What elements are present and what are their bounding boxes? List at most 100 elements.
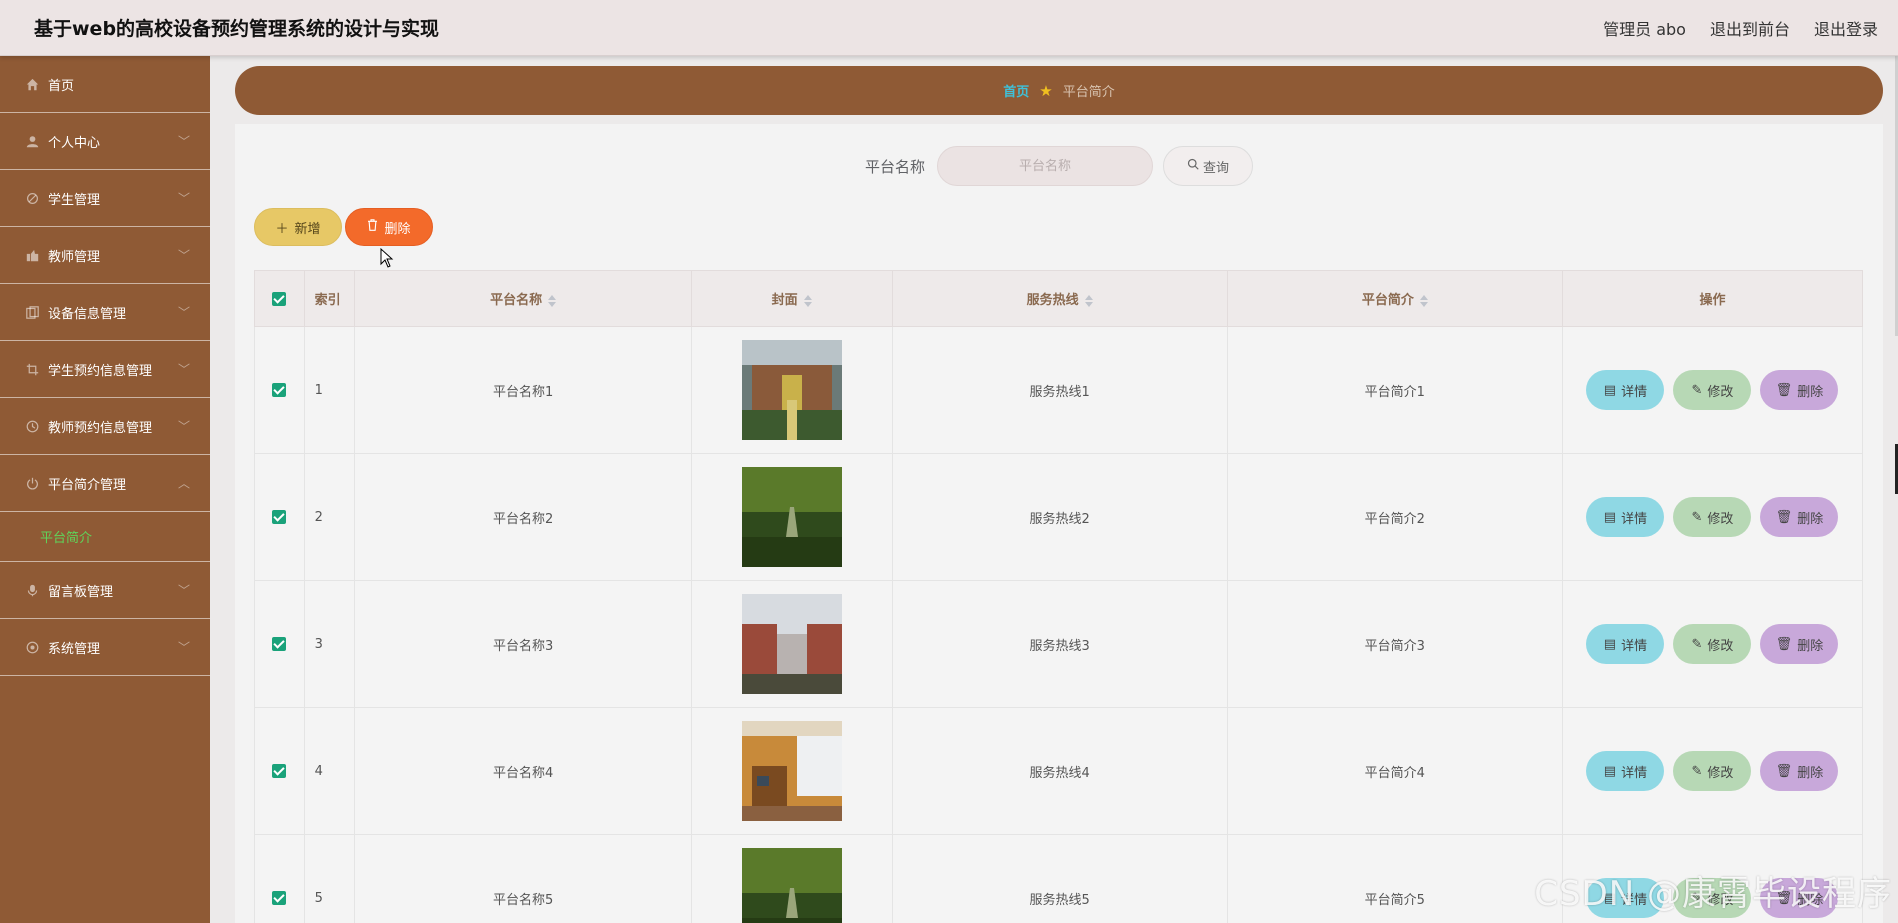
back-to-frontend-link[interactable]: 退出到前台	[1710, 16, 1790, 40]
delete-button[interactable]: 🗑 删除	[1760, 624, 1839, 664]
row-select-cell[interactable]	[254, 453, 305, 581]
logout-link[interactable]: 退出登录	[1814, 16, 1878, 40]
sidebar-subitem-platform-intro[interactable]: 平台简介	[0, 512, 210, 562]
detail-label: 详情	[1621, 511, 1648, 527]
row-checkbox[interactable]	[272, 510, 287, 524]
header-cover[interactable]: 封面	[690, 270, 893, 327]
delete-button[interactable]: 🗑 删除	[1760, 370, 1839, 410]
sidebar-item-teacher-booking[interactable]: 教师预约信息管理 ﹀	[0, 398, 210, 455]
header-ops: 操作	[1561, 270, 1864, 327]
row-ops: ▤ 详情 ✎ 修改 🗑 删除	[1561, 707, 1864, 835]
row-checkbox[interactable]	[272, 891, 287, 905]
sidebar-item-label: 个人中心	[48, 135, 101, 151]
sidebar-item-student-booking[interactable]: 学生预约信息管理 ﹀	[0, 341, 210, 398]
chevron-down-icon: ﹀	[177, 134, 190, 149]
sort-icon[interactable]	[1419, 294, 1428, 307]
header-hotline[interactable]: 服务热线	[891, 270, 1228, 327]
delete-label: 删除	[1797, 765, 1824, 781]
row-checkbox[interactable]	[272, 637, 287, 651]
sidebar-item-students[interactable]: 学生管理 ﹀	[0, 170, 210, 227]
row-checkbox[interactable]	[272, 764, 287, 778]
edit-button[interactable]: ✎ 修改	[1673, 751, 1752, 791]
header-name[interactable]: 平台名称	[354, 270, 692, 327]
sidebar-item-teachers[interactable]: 教师管理 ﹀	[0, 227, 210, 284]
top-header: 基于web的高校设备预约管理系统的设计与实现 管理员 abo 退出到前台 退出登…	[0, 0, 1898, 56]
delete-label: 删除	[1797, 384, 1824, 400]
edit-label: 修改	[1707, 384, 1734, 400]
row-name: 平台名称3	[354, 580, 692, 708]
admin-user-label[interactable]: 管理员 abo	[1603, 16, 1686, 40]
row-select-cell[interactable]	[254, 580, 305, 708]
platform-table: 索引 平台名称 封面 服务热线 平台简介 操作 1 平台名称1 服务热线1 平台…	[254, 270, 1864, 923]
search-label: 平台名称	[864, 157, 925, 176]
settings-icon	[24, 639, 40, 655]
main-panel: 平台名称 查询 ＋ 新增 删除 索引 平台名称 封面 服务热线 平台简	[235, 124, 1883, 923]
trash-icon	[367, 219, 378, 235]
table-row: 3 平台名称3 服务热线3 平台简介3 ▤ 详情 ✎ 修改 🗑 删除	[254, 580, 1864, 708]
chevron-down-icon: ﹀	[177, 191, 190, 206]
pencil-icon: ✎	[1691, 382, 1703, 398]
row-ops: ▤ 详情 ✎ 修改 🗑 删除	[1561, 326, 1864, 454]
row-cover-cell	[690, 326, 893, 454]
row-hotline: 服务热线3	[891, 580, 1228, 708]
row-select-cell[interactable]	[254, 326, 305, 454]
trash-icon: 🗑	[1775, 763, 1793, 779]
sort-icon[interactable]	[1084, 294, 1093, 307]
edit-button[interactable]: ✎ 修改	[1673, 497, 1752, 537]
clock-icon	[24, 418, 40, 434]
header-intro[interactable]: 平台简介	[1226, 270, 1563, 327]
detail-button[interactable]: ▤ 详情	[1586, 497, 1665, 537]
sidebar-item-label: 首页	[48, 78, 75, 94]
row-cover-cell	[690, 580, 893, 708]
sidebar-item-messages[interactable]: 留言板管理 ﹀	[0, 562, 210, 619]
detail-label: 详情	[1621, 765, 1648, 781]
row-select-cell[interactable]	[254, 834, 305, 923]
detail-button[interactable]: ▤ 详情	[1586, 751, 1665, 791]
sidebar-item-devices[interactable]: 设备信息管理 ﹀	[0, 284, 210, 341]
add-button[interactable]: ＋ 新增	[254, 208, 342, 246]
detail-button[interactable]: ▤ 详情	[1586, 624, 1665, 664]
row-ops: ▤ 详情 ✎ 修改 🗑 删除	[1561, 580, 1864, 708]
row-intro: 平台简介2	[1226, 453, 1563, 581]
document-icon: ▤	[1603, 636, 1617, 652]
detail-button[interactable]: ▤ 详情	[1586, 370, 1665, 410]
row-intro: 平台简介5	[1226, 834, 1563, 923]
user-icon	[24, 133, 40, 149]
chevron-down-icon: ﹀	[177, 362, 190, 377]
row-checkbox[interactable]	[272, 383, 287, 397]
mouse-cursor-icon	[380, 248, 394, 268]
select-all-checkbox[interactable]	[272, 291, 287, 306]
search-input[interactable]	[937, 146, 1153, 186]
sidebar-item-home[interactable]: 首页	[0, 56, 210, 113]
row-hotline: 服务热线5	[891, 834, 1228, 923]
row-select-cell[interactable]	[254, 707, 305, 835]
crop-icon	[24, 361, 40, 377]
sidebar-item-platform-intro[interactable]: 平台简介管理 ︿	[0, 455, 210, 512]
row-index: 2	[303, 453, 356, 581]
sidebar-item-system[interactable]: 系统管理 ﹀	[0, 619, 210, 676]
row-hotline: 服务热线1	[891, 326, 1228, 454]
sidebar-item-label: 设备信息管理	[48, 306, 127, 322]
sidebar: 首页 个人中心 ﹀ 学生管理 ﹀ 教师管理 ﹀ 设备信息管理 ﹀ 学生预约信息管…	[0, 56, 210, 923]
row-intro: 平台简介4	[1226, 707, 1563, 835]
sidebar-item-label: 教师管理	[48, 249, 101, 265]
add-button-label: 新增	[294, 221, 321, 237]
query-button[interactable]: 查询	[1163, 146, 1253, 186]
chevron-down-icon: ﹀	[177, 305, 190, 320]
batch-delete-button[interactable]: 删除	[345, 208, 433, 246]
breadcrumb-home[interactable]: 首页	[1003, 81, 1029, 100]
sidebar-item-profile[interactable]: 个人中心 ﹀	[0, 113, 210, 170]
document-icon: ▤	[1603, 509, 1617, 525]
power-icon	[24, 475, 40, 491]
header-index: 索引	[303, 270, 356, 327]
edit-button[interactable]: ✎ 修改	[1673, 624, 1752, 664]
sort-icon[interactable]	[803, 294, 812, 307]
delete-button[interactable]: 🗑 删除	[1760, 751, 1839, 791]
chevron-down-icon: ﹀	[177, 640, 190, 655]
device-icon	[24, 304, 40, 320]
edit-button[interactable]: ✎ 修改	[1673, 370, 1752, 410]
delete-button[interactable]: 🗑 删除	[1760, 497, 1839, 537]
select-all-cell[interactable]	[254, 270, 305, 327]
sort-icon[interactable]	[548, 294, 557, 307]
query-button-label: 查询	[1202, 160, 1229, 176]
